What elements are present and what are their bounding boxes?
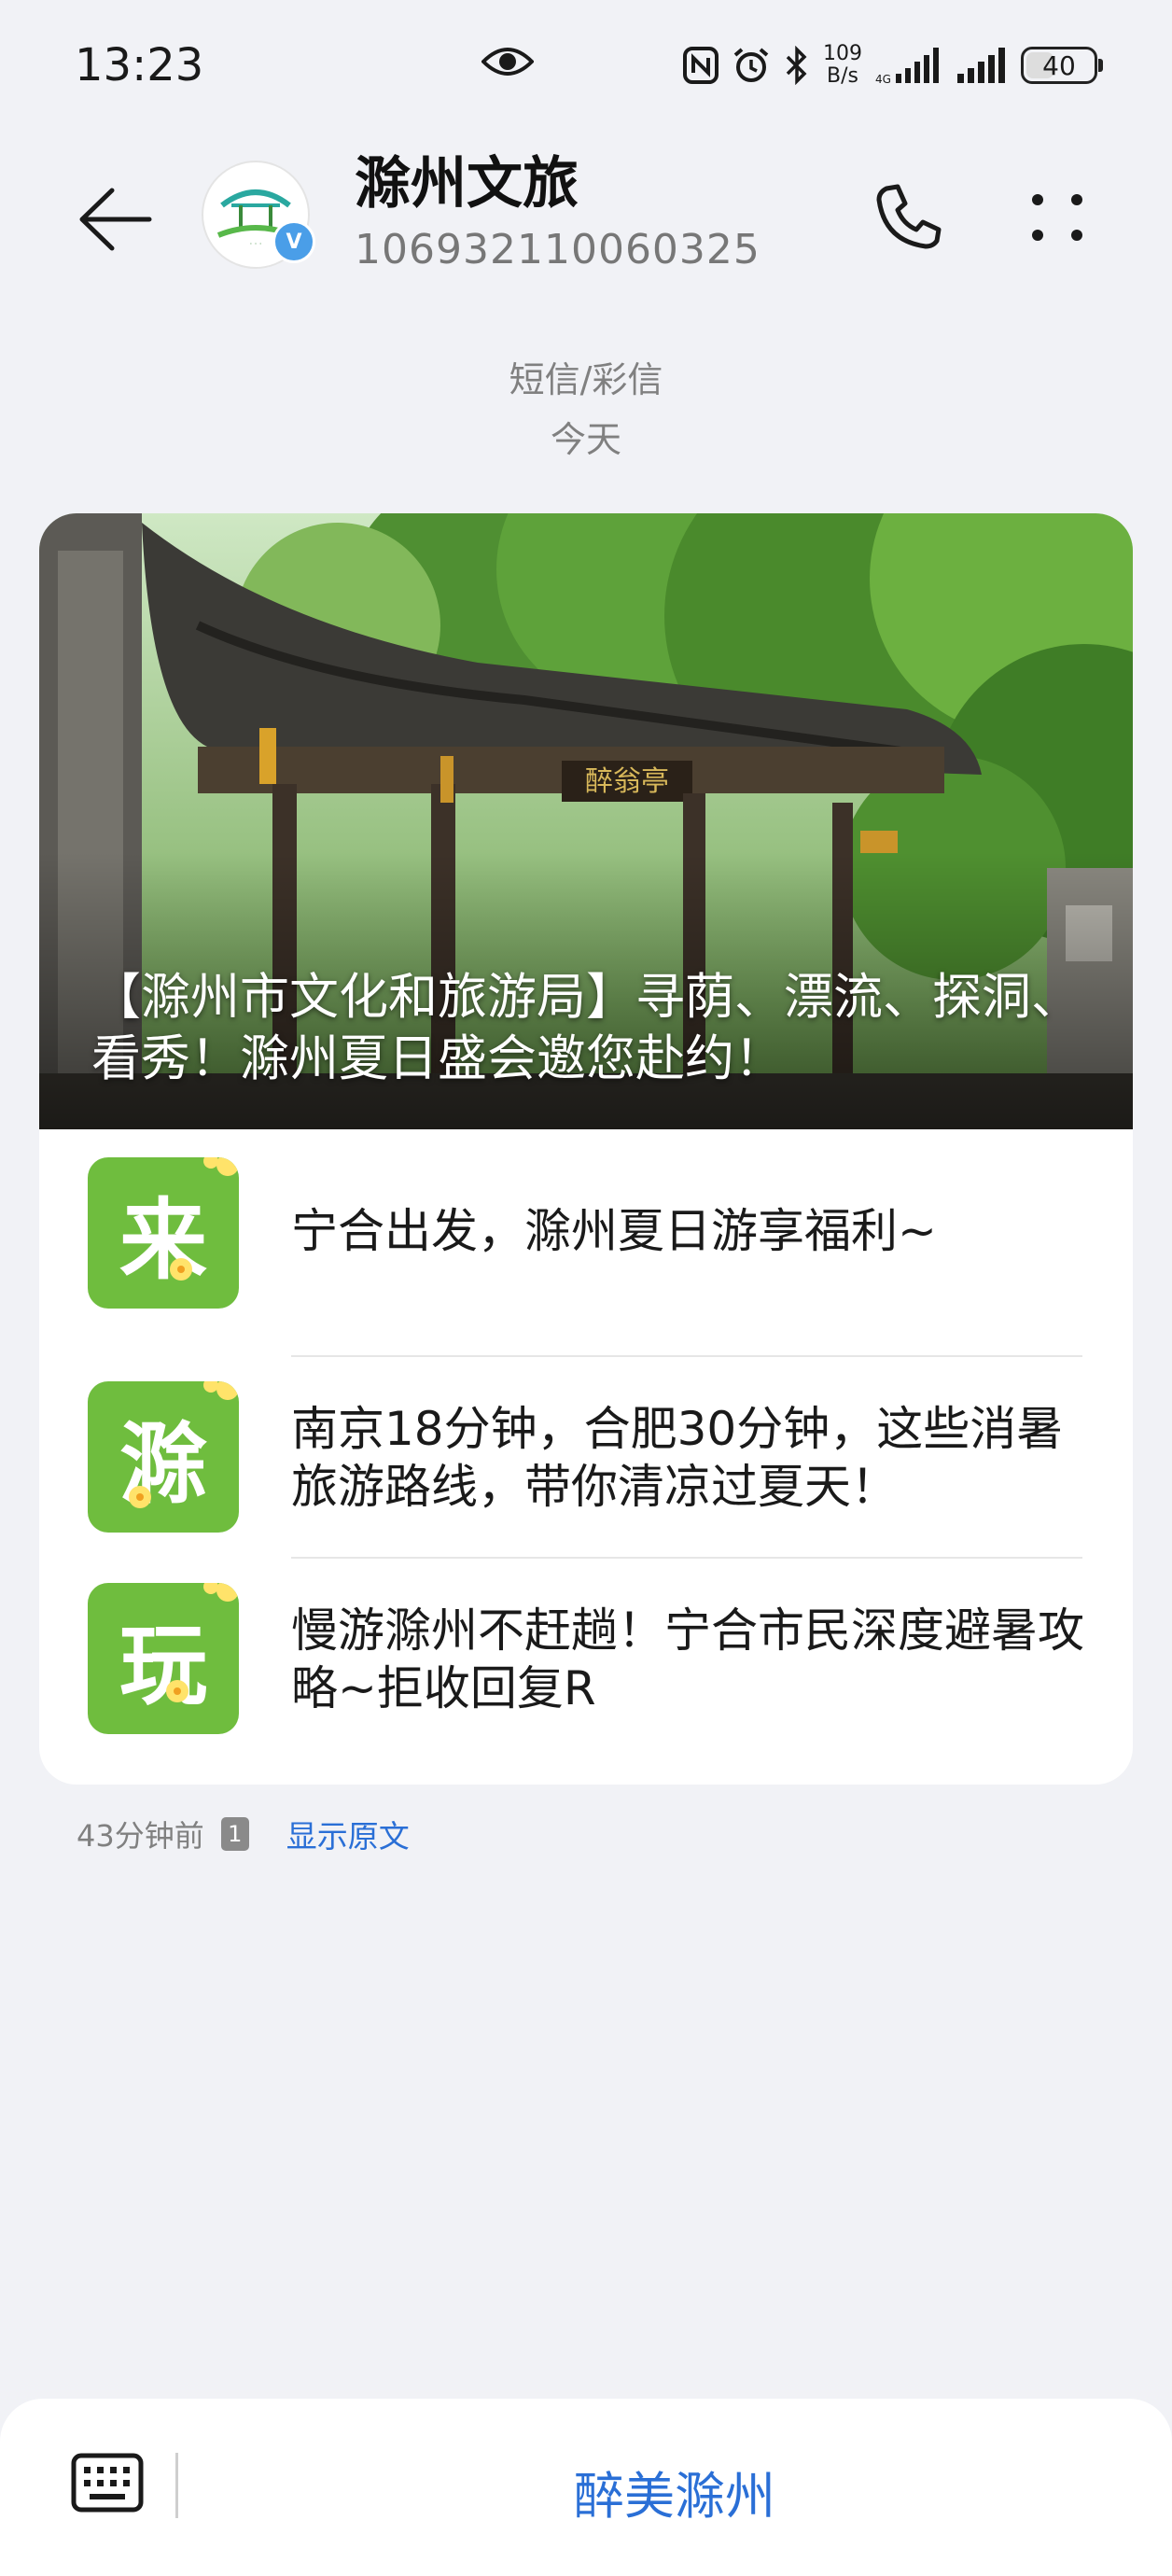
date-separator: 今天 xyxy=(550,419,621,460)
flower-icon xyxy=(203,1381,239,1400)
alarm-icon xyxy=(733,48,769,82)
timestamp: 43分钟前 xyxy=(77,1818,204,1854)
bottom-menu-bar: 醉美滁州 xyxy=(0,2399,1172,2576)
item-icon: 玩 xyxy=(88,1583,239,1734)
flower-icon xyxy=(203,1583,239,1602)
keyboard-icon[interactable] xyxy=(71,2453,144,2513)
svg-text:· · ·: · · · xyxy=(250,240,262,248)
bluetooth-icon xyxy=(786,46,807,85)
eye-comfort-icon xyxy=(481,48,534,76)
hero-image[interactable]: 醉翁亭 【滁州市文化和旅游局】寻荫、漂流、探洞、看秀！滁州夏日盛会邀您赴约！ xyxy=(39,513,1133,1129)
list-item[interactable]: 来 宁合出发，滁州夏日游享福利~ xyxy=(39,1157,1133,1359)
verified-badge: V xyxy=(272,220,315,263)
status-time: 13:23 xyxy=(75,39,204,91)
battery-icon: 40 xyxy=(1021,47,1103,84)
sim-badge: 1 xyxy=(220,1817,249,1851)
divider xyxy=(291,1355,1082,1357)
net-speed-unit: B/s xyxy=(827,64,858,88)
back-arrow-icon[interactable] xyxy=(75,179,155,259)
item-text: 慢游滁州不赶趟！宁合市民深度避暑攻略~拒收回复R xyxy=(291,1603,1084,1715)
show-original-link[interactable]: 显示原文 xyxy=(286,1812,410,1856)
more-options-icon[interactable] xyxy=(1017,175,1097,256)
list-item[interactable]: 滁 南京18分钟，合肥30分钟，这些消暑旅游路线，带你清凉过夏天！ xyxy=(39,1381,1133,1583)
contact-name: 滁州文旅 xyxy=(355,151,579,217)
battery-level: 40 xyxy=(1042,49,1076,81)
flower-icon xyxy=(170,1258,192,1281)
flower-icon xyxy=(166,1680,188,1702)
flower-icon xyxy=(203,1157,239,1176)
contact-number: 106932110060325 xyxy=(355,226,760,273)
message-type-label: 短信/彩信 xyxy=(509,359,663,400)
item-icon: 来 xyxy=(88,1157,239,1309)
item-text: 南京18分钟，合肥30分钟，这些消暑旅游路线，带你清凉过夏天！ xyxy=(291,1402,1064,1514)
svg-text:4G: 4G xyxy=(875,73,891,85)
status-bar: 13:23 109 B/s 4G 40 xyxy=(0,0,1172,134)
hero-title: 【滁州市文化和旅游局】寻荫、漂流、探洞、看秀！滁州夏日盛会邀您赴约！ xyxy=(91,969,1081,1087)
divider xyxy=(291,1557,1082,1559)
signal-icon-1: 4G xyxy=(875,48,939,85)
rich-message-card[interactable]: 醉翁亭 【滁州市文化和旅游局】寻荫、漂流、探洞、看秀！滁州夏日盛会邀您赴约！ 来… xyxy=(39,513,1133,1785)
conversation-header: · · · V 滁州文旅 106932110060325 xyxy=(0,134,1172,293)
status-icons: 109 B/s 4G 40 xyxy=(683,37,1103,93)
net-speed: 109 B/s xyxy=(823,43,862,88)
list-item[interactable]: 玩 慢游滁州不赶趟！宁合市民深度避暑攻略~拒收回复R xyxy=(39,1583,1133,1785)
item-icon: 滁 xyxy=(88,1381,239,1533)
net-speed-value: 109 xyxy=(823,42,862,65)
message-meta: 43分钟前 1 显示原文 xyxy=(77,1811,410,1857)
nfc-icon xyxy=(683,47,719,84)
flower-icon xyxy=(129,1486,151,1508)
signal-icon-2 xyxy=(957,48,1005,83)
menu-button[interactable]: 醉美滁州 xyxy=(177,2455,1172,2528)
item-text: 宁合出发，滁州夏日游享福利~ xyxy=(291,1204,937,1258)
phone-icon[interactable] xyxy=(868,175,948,256)
